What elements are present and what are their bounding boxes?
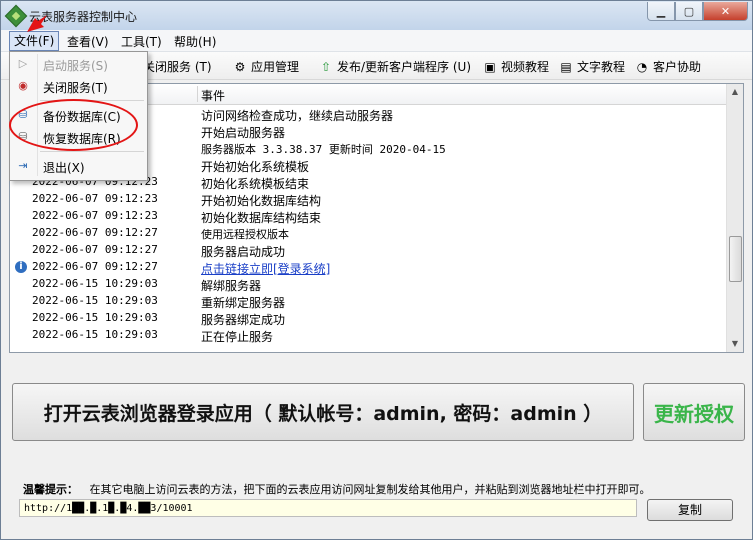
log-event: 开始初始化系统模板: [201, 160, 310, 174]
menu-item-stop-service[interactable]: ◉ 关闭服务(T): [11, 76, 146, 96]
menu-separator: [40, 151, 144, 152]
log-row[interactable]: 2022-06-15 10:29:03 服务器绑定成功: [10, 310, 726, 327]
minimize-button[interactable]: ▁: [647, 2, 675, 21]
log-row[interactable]: 2022-06-15 10:29:03 解绑服务器: [10, 276, 726, 293]
customer-assist-label: 客户协助: [653, 60, 702, 74]
column-divider[interactable]: [197, 86, 198, 102]
log-time: 2022-06-15 10:29:03: [32, 294, 158, 307]
app-manage-button[interactable]: ⚙ 应用管理: [233, 58, 299, 75]
log-row[interactable]: i 2022-06-07 09:12:27 点击链接立即[登录系统]: [10, 259, 726, 276]
log-event: 访问网络检查成功，继续启动服务器: [201, 109, 394, 123]
menu-file[interactable]: 文件(F): [9, 31, 60, 51]
title-bar[interactable]: 云表服务器控制中心 ▁ ▢ ✕: [1, 1, 752, 30]
tip-label: 温馨提示：: [23, 483, 78, 496]
scroll-down-icon[interactable]: ▼: [727, 336, 743, 352]
red-arrow-icon: [27, 15, 47, 32]
window-controls: ▁ ▢ ✕: [647, 2, 748, 21]
publish-label: 发布/更新客户端程序 (U): [337, 60, 472, 74]
log-row[interactable]: 2022-06-07 09:12:27 服务器启动成功: [10, 242, 726, 259]
app-logo-icon: [4, 4, 28, 28]
video-icon: ▣: [484, 59, 496, 74]
log-row[interactable]: 2022-06-15 10:29:03 正在停止服务: [10, 327, 726, 344]
video-tutorial-label: 视频教程: [501, 60, 550, 74]
log-event: 初始化系统模板结束: [201, 177, 310, 191]
video-tutorial-button[interactable]: ▣ 视频教程: [483, 58, 549, 75]
menu-item-start-service[interactable]: ▷ 启动服务(S): [11, 54, 146, 74]
log-event: 服务器绑定成功: [201, 313, 286, 327]
log-event: 正在停止服务: [201, 330, 274, 344]
scroll-thumb[interactable]: [729, 236, 742, 282]
menu-view[interactable]: 查看(V): [67, 33, 109, 50]
log-time: 2022-06-15 10:29:03: [32, 328, 158, 341]
play-icon: ▷: [18, 57, 28, 70]
info-icon: i: [15, 261, 27, 273]
menu-tools[interactable]: 工具(T): [121, 33, 162, 50]
login-link[interactable]: 点击链接立即[登录系统]: [201, 260, 330, 277]
upload-arrow-icon: ⇧: [320, 59, 332, 74]
log-row[interactable]: 2022-06-07 09:12:23 开始初始化数据库结构: [10, 191, 726, 208]
close-service-button[interactable]: 关闭服务 (T): [143, 58, 212, 75]
menu-item-label: 关闭服务(T): [43, 81, 108, 95]
close-service-label: 关闭服务 (T): [143, 60, 212, 74]
log-time: 2022-06-07 09:12:27: [32, 260, 158, 273]
gears-icon: ⚙: [234, 59, 246, 74]
log-time: 2022-06-07 09:12:23: [32, 192, 158, 205]
scroll-up-icon[interactable]: ▲: [727, 84, 743, 100]
log-event: 使用远程授权版本: [201, 228, 289, 241]
renew-license-button[interactable]: 更新授权: [643, 383, 745, 441]
menu-bar: 文件(F) 查看(V) 工具(T) 帮助(H): [1, 30, 752, 52]
log-event: 开始初始化数据库结构: [201, 194, 322, 208]
menu-item-label: 启动服务(S): [43, 59, 108, 73]
publish-button[interactable]: ⇧ 发布/更新客户端程序 (U): [319, 58, 471, 75]
close-button[interactable]: ✕: [703, 2, 748, 21]
log-time: 2022-06-07 09:12:27: [32, 226, 158, 239]
log-event: 初始化数据库结构结束: [201, 211, 322, 225]
menu-item-exit[interactable]: ⇥ 退出(X): [11, 156, 146, 176]
access-url-field[interactable]: http://1██.█.1█.█4.██3/10001: [19, 499, 637, 517]
exit-icon: ⇥: [18, 159, 28, 172]
copy-button[interactable]: 复制: [647, 499, 733, 521]
menu-item-label: 退出(X): [43, 161, 85, 175]
log-event: 服务器启动成功: [201, 245, 286, 259]
menu-help[interactable]: 帮助(H): [174, 33, 216, 50]
app-window: 云表服务器控制中心 ▁ ▢ ✕ 文件(F) 查看(V) 工具(T) 帮助(H) …: [0, 0, 753, 540]
log-row[interactable]: 2022-06-07 09:12:27 使用远程授权版本: [10, 225, 726, 242]
text-tutorial-button[interactable]: ▤ 文字教程: [559, 58, 625, 75]
document-icon: ▤: [560, 59, 572, 74]
customer-assist-button[interactable]: ◔ 客户协助: [635, 58, 701, 75]
log-row[interactable]: 2022-06-15 10:29:03 重新绑定服务器: [10, 293, 726, 310]
column-header-event[interactable]: 事件: [201, 87, 225, 104]
log-time: 2022-06-15 10:29:03: [32, 277, 158, 290]
tip-text: 在其它电脑上访问云表的方法，把下面的云表应用访问网址复制发给其他用户，并粘贴到浏…: [89, 483, 651, 496]
log-row[interactable]: 2022-06-07 09:12:23 初始化数据库结构结束: [10, 208, 726, 225]
text-tutorial-label: 文字教程: [577, 60, 626, 74]
stop-icon: ◉: [18, 79, 28, 92]
log-event: 开始启动服务器: [201, 126, 286, 140]
vertical-scrollbar[interactable]: ▲ ▼: [726, 84, 743, 352]
log-time: 2022-06-07 09:12:27: [32, 243, 158, 256]
log-event: 重新绑定服务器: [201, 296, 286, 310]
open-browser-button[interactable]: 打开云表浏览器登录应用（ 默认帐号：admin, 密码：admin ）: [12, 383, 634, 441]
log-event: 解绑服务器: [201, 279, 262, 293]
highlight-ellipse: [9, 99, 138, 151]
support-icon: ◔: [636, 59, 648, 74]
log-time: 2022-06-07 09:12:23: [32, 209, 158, 222]
log-time: 2022-06-15 10:29:03: [32, 311, 158, 324]
app-manage-label: 应用管理: [251, 60, 300, 74]
log-event: 服务器版本 3.3.38.37 更新时间 2020-04-15: [201, 143, 446, 156]
tip-row: 温馨提示： 在其它电脑上访问云表的方法，把下面的云表应用访问网址复制发给其他用户…: [23, 481, 651, 497]
maximize-button[interactable]: ▢: [675, 2, 703, 21]
